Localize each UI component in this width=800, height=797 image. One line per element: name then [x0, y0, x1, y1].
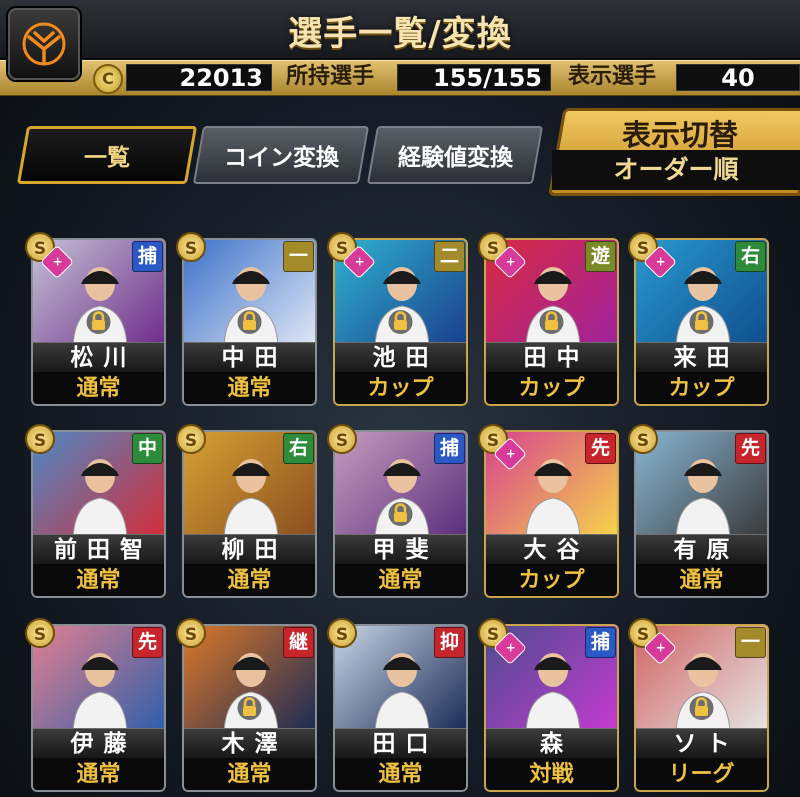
- player-name: 田口: [333, 728, 468, 759]
- tab-list-label: 一覧: [84, 145, 130, 171]
- lock-icon: [539, 310, 564, 334]
- s-rank-coin-icon: S: [25, 424, 55, 454]
- player-figure-icon: [525, 459, 581, 538]
- position-badge: 一: [735, 627, 766, 658]
- position-badge: 二: [434, 241, 465, 272]
- coin-count: 22013: [126, 64, 272, 92]
- player-figure-icon: [72, 459, 128, 538]
- player-name: 松川: [31, 342, 166, 373]
- position-badge: 先: [132, 627, 163, 658]
- card-type: 通常: [333, 564, 468, 598]
- s-rank-coin-icon: S: [25, 618, 55, 648]
- s-rank-coin-icon: S: [628, 424, 658, 454]
- position-badge: 一: [283, 241, 314, 272]
- position-badge: 捕: [434, 433, 465, 464]
- card-type: 通常: [333, 758, 468, 792]
- card-type: 通常: [31, 564, 166, 598]
- card-type: カップ: [333, 372, 468, 406]
- position-badge: 右: [735, 241, 766, 272]
- player-figure-icon: [72, 653, 128, 732]
- position-badge: 捕: [132, 241, 163, 272]
- player-card[interactable]: 先有原 通常: [634, 430, 769, 598]
- position-badge: 中: [132, 433, 163, 464]
- tab-list[interactable]: 一覧: [16, 126, 198, 184]
- team-logo-icon[interactable]: [8, 8, 80, 80]
- player-name: 大谷: [484, 534, 619, 565]
- tab-coin-convert[interactable]: コイン変換: [192, 126, 370, 184]
- tab-exp-convert-label: 経験値変換: [397, 145, 513, 171]
- player-name: 池田: [333, 342, 468, 373]
- player-name: 田中: [484, 342, 619, 373]
- player-name: 木澤: [182, 728, 317, 759]
- player-card[interactable]: 継木澤 通常: [182, 624, 317, 792]
- display-order-value[interactable]: オーダー順: [552, 150, 800, 190]
- display-switch-title: 表示切替: [621, 118, 738, 152]
- player-figure-icon: [223, 459, 279, 538]
- position-badge: 継: [283, 627, 314, 658]
- lock-icon: [388, 310, 413, 334]
- position-badge: 先: [735, 433, 766, 464]
- s-rank-coin-icon: S: [176, 618, 206, 648]
- card-type: カップ: [634, 372, 769, 406]
- s-rank-coin-icon: S: [176, 424, 206, 454]
- player-card[interactable]: 先伊藤 通常: [31, 624, 166, 792]
- card-type: 通常: [31, 758, 166, 792]
- position-badge: 遊: [585, 241, 616, 272]
- s-rank-coin-icon: S: [327, 618, 357, 648]
- card-type: 通常: [182, 372, 317, 406]
- player-figure-icon: [525, 653, 581, 732]
- card-type: リーグ: [634, 758, 769, 792]
- position-badge: 抑: [434, 627, 465, 658]
- owned-players-value: 155/155: [397, 64, 551, 92]
- lock-icon: [86, 310, 111, 334]
- coin-icon: C: [93, 64, 123, 94]
- lock-icon: [388, 502, 413, 526]
- lock-icon: [689, 696, 714, 720]
- player-card[interactable]: 中前田智 通常: [31, 430, 166, 598]
- s-rank-coin-icon: S: [327, 424, 357, 454]
- s-rank-coin-icon: S: [176, 232, 206, 262]
- player-card[interactable]: 一中田 通常: [182, 238, 317, 406]
- player-card[interactable]: 捕甲斐 通常: [333, 430, 468, 598]
- card-type: 通常: [182, 758, 317, 792]
- player-name: 伊藤: [31, 728, 166, 759]
- card-type: 通常: [634, 564, 769, 598]
- player-name: 柳田: [182, 534, 317, 565]
- card-type: 通常: [31, 372, 166, 406]
- position-badge: 右: [283, 433, 314, 464]
- card-type: 対戦: [484, 758, 619, 792]
- player-card[interactable]: 右柳田 通常: [182, 430, 317, 598]
- player-card[interactable]: 抑田口 通常: [333, 624, 468, 792]
- card-type: 通常: [182, 564, 317, 598]
- lock-icon: [237, 310, 262, 334]
- tab-coin-convert-label: コイン変換: [223, 145, 339, 171]
- header-bar: 選手一覧/変換: [0, 0, 800, 59]
- player-name: ソト: [634, 728, 769, 759]
- player-figure-icon: [675, 459, 731, 538]
- card-type: カップ: [484, 372, 619, 406]
- player-name: 森: [484, 728, 619, 759]
- display-players-label: 表示選手: [568, 64, 657, 89]
- player-figure-icon: [374, 653, 430, 732]
- lock-icon: [689, 310, 714, 334]
- lock-icon: [237, 696, 262, 720]
- player-name: 来田: [634, 342, 769, 373]
- page-title: 選手一覧/変換: [288, 14, 512, 54]
- display-players-value: 40: [676, 64, 800, 92]
- player-name: 中田: [182, 342, 317, 373]
- player-name: 有原: [634, 534, 769, 565]
- tab-exp-convert[interactable]: 経験値変換: [366, 126, 544, 184]
- card-type: カップ: [484, 564, 619, 598]
- position-badge: 先: [585, 433, 616, 464]
- player-name: 甲斐: [333, 534, 468, 565]
- owned-players-label: 所持選手: [286, 64, 375, 89]
- player-name: 前田智: [31, 534, 166, 565]
- position-badge: 捕: [585, 627, 616, 658]
